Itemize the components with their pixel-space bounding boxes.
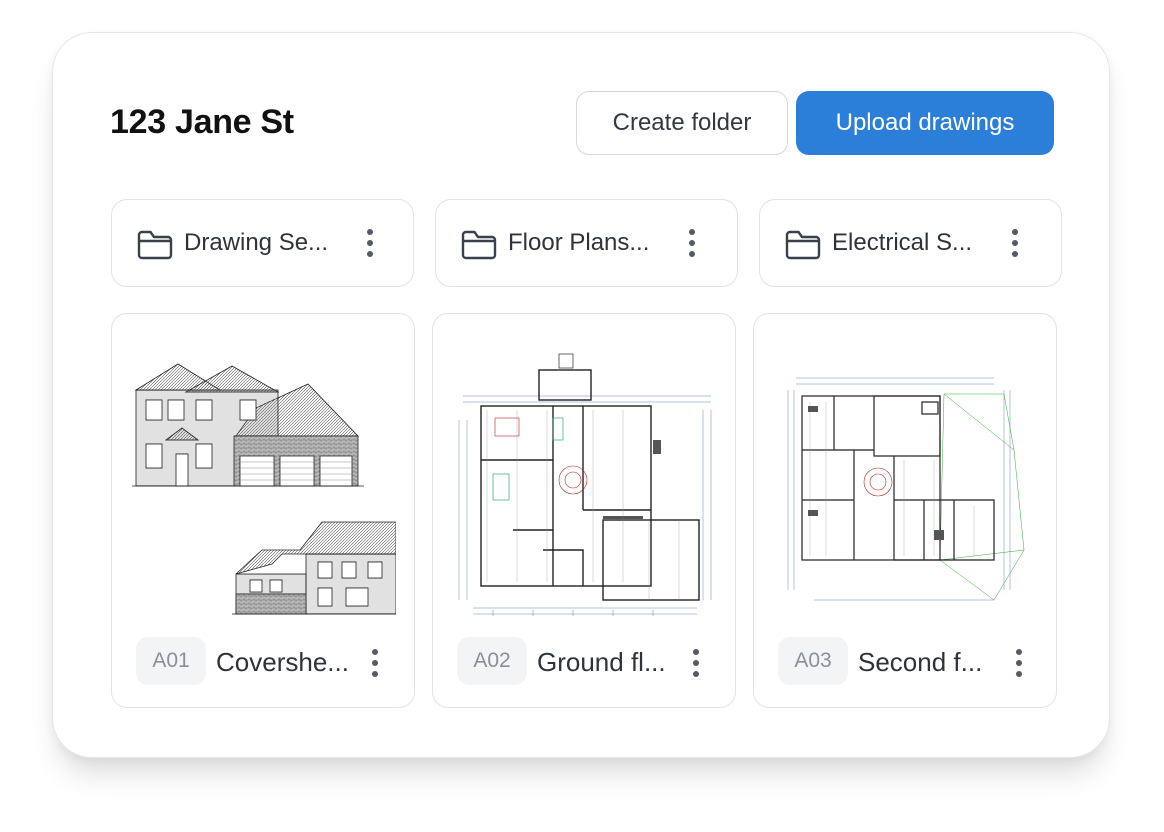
more-vertical-icon[interactable] [1011,229,1019,261]
page-title: 123 Jane St [110,103,294,141]
more-vertical-icon[interactable] [366,229,374,261]
drawing-label: Second f... [858,647,983,677]
folder-icon [137,230,173,260]
upload-drawings-button[interactable]: Upload drawings [796,91,1054,155]
folder-label: Drawing Se... [184,229,329,256]
drawing-code-badge: A01 [136,637,206,685]
more-vertical-icon[interactable] [1015,649,1023,681]
more-vertical-icon[interactable] [692,649,700,681]
folder-item[interactable]: Floor Plans... [435,199,738,287]
folder-icon [461,230,497,260]
folder-label: Floor Plans... [508,229,650,256]
drawing-code-badge: A03 [778,637,848,685]
folder-item[interactable]: Drawing Se... [111,199,414,287]
folder-item[interactable]: Electrical S... [759,199,1062,287]
folder-label: Electrical S... [832,229,973,256]
drawing-card[interactable]: A03 Second f... [753,313,1057,708]
project-card: 123 Jane St Create folder Upload drawing… [52,32,1110,758]
drawing-code-badge: A02 [457,637,527,685]
drawing-card[interactable]: A02 Ground fl... [432,313,736,708]
folder-icon [785,230,821,260]
drawing-thumbnail [458,353,712,616]
drawing-label: Ground fl... [537,647,666,677]
drawing-thumbnail [132,363,396,615]
more-vertical-icon[interactable] [688,229,696,261]
drawing-card[interactable]: A01 Covershe... [111,313,415,708]
create-folder-button[interactable]: Create folder [576,91,788,155]
drawing-thumbnail [787,377,1025,601]
drawing-label: Covershe... [216,647,349,677]
more-vertical-icon[interactable] [371,649,379,681]
